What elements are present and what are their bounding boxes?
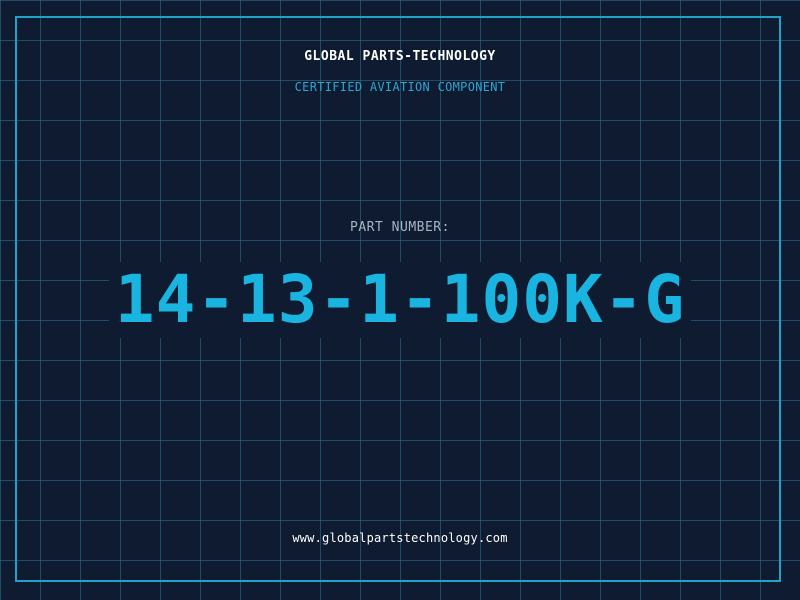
part-number-value: 14-13-1-100K-G xyxy=(108,262,692,338)
certification-subtitle: CERTIFIED AVIATION COMPONENT xyxy=(294,80,506,94)
website-url: www.globalpartstechnology.com xyxy=(292,531,508,545)
text-layer: GLOBAL PARTS-TECHNOLOGY CERTIFIED AVIATI… xyxy=(0,0,800,600)
part-number-label: PART NUMBER: xyxy=(350,220,450,235)
label-canvas: GLOBAL PARTS-TECHNOLOGY CERTIFIED AVIATI… xyxy=(0,0,800,600)
company-name: GLOBAL PARTS-TECHNOLOGY xyxy=(304,49,496,64)
